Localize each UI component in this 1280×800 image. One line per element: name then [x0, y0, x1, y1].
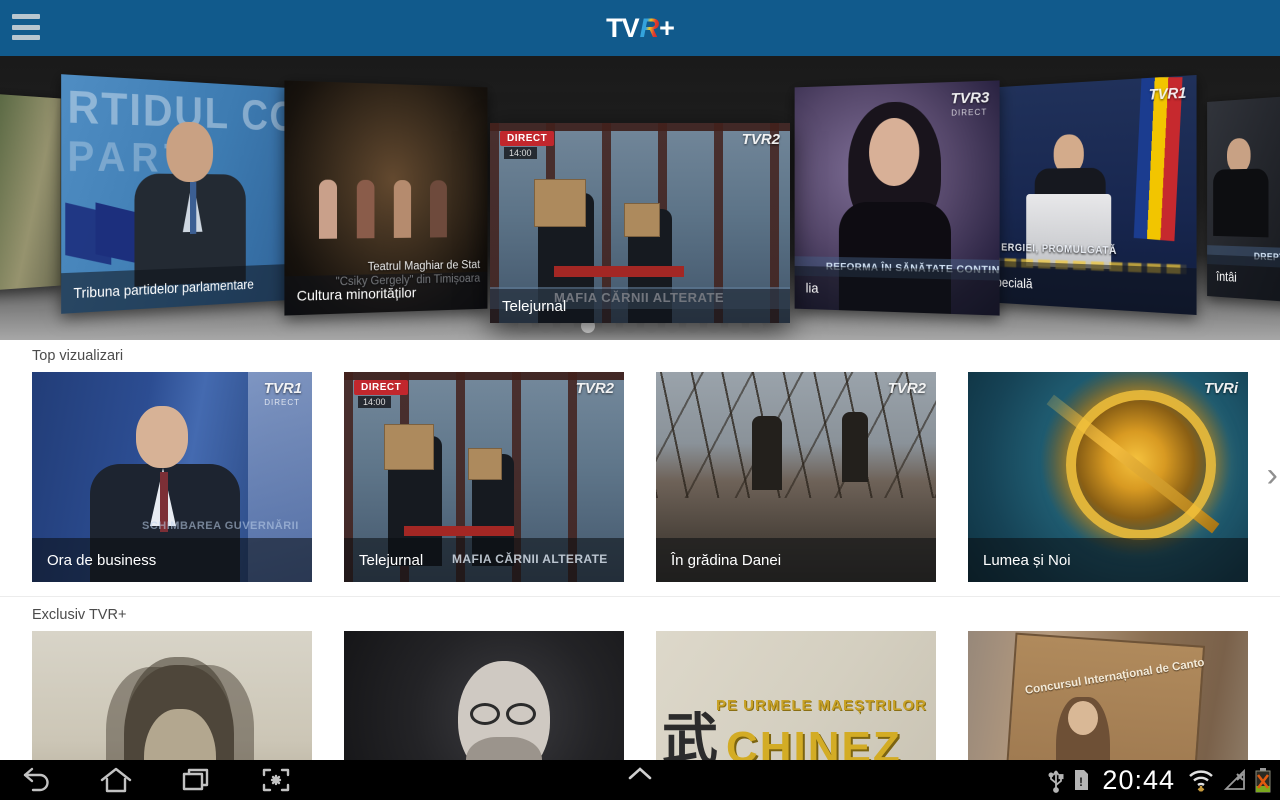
home-icon[interactable]: [98, 765, 134, 795]
video-still: [0, 85, 61, 300]
card-title: Cultura minorităților: [297, 284, 416, 304]
channel-logo: TVR2: [742, 131, 780, 148]
system-navigation-bar: ! 20:44: [0, 760, 1280, 800]
featured-carousel: RTIDUL COPARTI Tribuna partidelor parlam…: [0, 56, 1280, 340]
no-signal-icon: [1223, 768, 1247, 792]
section-top-vizualizari: Top vizualizari TVR1 DIRECT SCHIMBAREA G…: [0, 340, 1280, 582]
carousel-card-lia[interactable]: TVR3 DIRECT REFORMA ÎN SĂNĂTATE CONTINUĂ…: [795, 80, 1000, 315]
video-thumbnail-in-gradina-danei[interactable]: TVR2 În grădina Danei: [656, 372, 936, 582]
title-strip: Telejurnal: [490, 289, 790, 323]
title-strip: Tribuna partidelor parlamentare: [61, 263, 303, 313]
channel-direct-label: DIRECT: [264, 398, 300, 407]
back-icon[interactable]: [18, 765, 54, 795]
carousel-card-edge-left[interactable]: [0, 85, 61, 300]
section-label: Top vizualizari: [32, 348, 1280, 364]
title-strip: Ora de business: [32, 538, 312, 582]
direct-badge: DIRECT: [354, 380, 408, 395]
screenshot-icon[interactable]: [258, 765, 294, 795]
logo-tv: TV: [606, 13, 639, 44]
channel-logo: TVR2: [576, 380, 614, 397]
card-title: Tribuna partidelor parlamentare: [73, 276, 253, 301]
carousel-card-cultura[interactable]: Teatrul Maghiar de Stat"Csiky Gergely" d…: [284, 80, 487, 315]
video-title: În grădina Danei: [671, 552, 781, 569]
lower-third-text: SCHIMBAREA GUVERNĂRII: [142, 520, 299, 532]
carousel-card-speciala[interactable]: TVR1 ERGIEI, PROMULGATĂ specială: [980, 75, 1196, 315]
glasses-shape: [470, 703, 500, 725]
app-screen: TVR+ RTIDUL COPARTI Tribuna partidelor p…: [0, 0, 1280, 800]
menu-icon[interactable]: [12, 14, 40, 40]
photo-title-small: PE URMELE MAEȘTRILOR: [716, 697, 927, 714]
video-thumbnail-telejurnal[interactable]: DIRECT 14:00 TVR2 MAFIA CĂRNII ALTERATE …: [344, 372, 624, 582]
card-title: întâi: [1216, 268, 1236, 284]
expand-chevron-icon[interactable]: [618, 764, 662, 787]
video-title: Ora de business: [47, 552, 156, 569]
news-banner: [554, 266, 684, 277]
battery-alert-icon: [1254, 767, 1272, 793]
carousel-card-edge-right[interactable]: TVR1 DREPTURILE întâi: [1207, 89, 1280, 309]
logo-r: R: [639, 13, 660, 44]
glasses-shape: [506, 703, 536, 725]
channel-direct-label: DIRECT: [951, 108, 987, 118]
title-strip: specială: [980, 260, 1196, 315]
channel-logo: TVRi: [1204, 380, 1238, 397]
direct-badge: DIRECT: [500, 131, 554, 146]
top-bar: TVR+: [0, 0, 1280, 56]
video-title: Telejurnal: [359, 552, 423, 569]
title-strip: lia: [795, 266, 1000, 316]
logo-plus: +: [659, 13, 674, 44]
card-title: Telejurnal: [502, 298, 566, 315]
title-strip: Lumea și Noi: [968, 538, 1248, 582]
thumbnail-row: TVR1 DIRECT SCHIMBAREA GUVERNĂRII Ora de…: [0, 372, 1280, 582]
title-strip: Cultura minorităților: [284, 272, 487, 316]
title-strip: În grădina Danei: [656, 538, 936, 582]
card-title: lia: [806, 280, 819, 296]
section-label: Exclusiv TVR+: [32, 607, 1280, 623]
sdcard-icon: !: [1071, 767, 1091, 793]
video-thumbnail-ora-de-business[interactable]: TVR1 DIRECT SCHIMBAREA GUVERNĂRII Ora de…: [32, 372, 312, 582]
channel-logo: TVR2: [888, 380, 926, 397]
usb-icon: [1048, 767, 1064, 793]
lower-third-text: MAFIA CĂRNII ALTERATE: [452, 552, 608, 566]
carousel-card-telejurnal[interactable]: DIRECT 14:00 TVR2 MAFIA CĂRNII ALTERATE …: [490, 123, 790, 323]
clock: 20:44: [1102, 765, 1175, 796]
recent-apps-icon[interactable]: [178, 765, 214, 795]
video-thumbnail-lumea-si-noi[interactable]: TVRi Lumea și Noi: [968, 372, 1248, 582]
video-title: Lumea și Noi: [983, 552, 1071, 569]
scroll-right-chevron-icon[interactable]: ›: [1267, 458, 1278, 492]
badge-time-label: 14:00: [504, 147, 537, 159]
channel-logo: TVR3: [951, 89, 990, 108]
wifi-icon: [1186, 767, 1216, 793]
channel-logo: TVR1: [1149, 84, 1187, 104]
svg-text:!: !: [1079, 775, 1083, 789]
news-banner: [404, 526, 514, 536]
channel-logo: TVR1: [264, 380, 302, 397]
badge-time-label: 14:00: [358, 396, 391, 408]
title-strip: întâi: [1207, 255, 1280, 309]
carousel-card-tribuna[interactable]: RTIDUL COPARTI Tribuna partidelor parlam…: [61, 74, 303, 314]
app-logo: TVR+: [606, 13, 674, 44]
